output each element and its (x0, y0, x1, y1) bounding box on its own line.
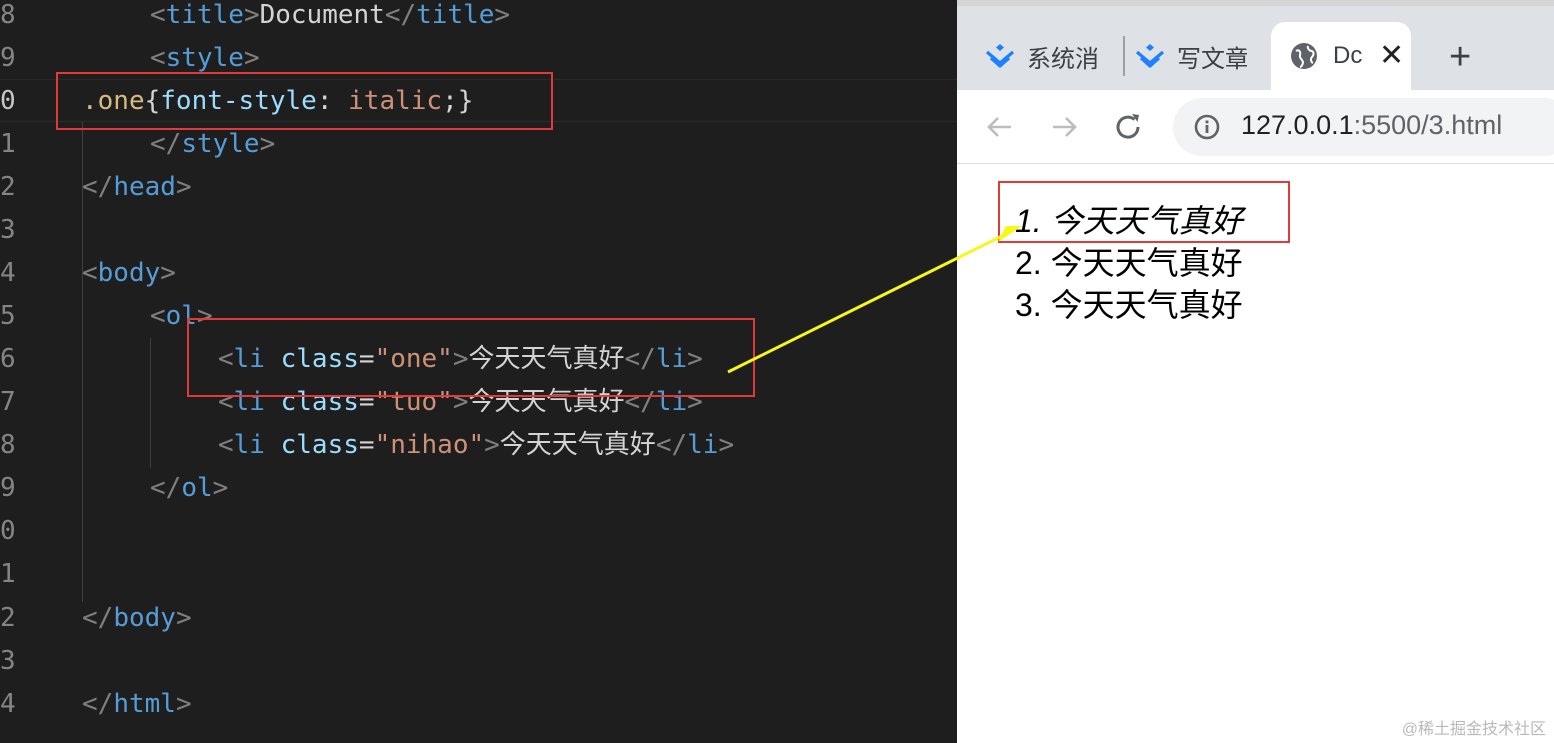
line-number: 7 (0, 387, 16, 417)
line-number: 8 (0, 430, 16, 460)
tab-separator (1123, 36, 1125, 76)
list-item: 2. 今天天气真好 (1015, 242, 1243, 284)
back-arrow-icon[interactable] (983, 110, 1017, 144)
code-text: <ol> (150, 301, 213, 331)
line-number: 9 (0, 473, 16, 503)
code-text: .one{font-style: italic;} (82, 86, 474, 116)
code-editor[interactable]: 8 <title>Document</title> 9 <style> 0 .o… (0, 0, 957, 743)
code-line: 4 </html> (0, 683, 957, 726)
line-number: 5 (0, 301, 16, 331)
page-content: 1. 今天天气真好 2. 今天天气真好 3. 今天天气真好 (957, 164, 1554, 743)
code-line: 7 <li class="tuo">今天天气真好</li> (0, 381, 957, 424)
globe-icon (1287, 39, 1321, 73)
list-item: 1. 今天天气真好 (1015, 200, 1243, 242)
tab-system-messages[interactable]: 系统消 (983, 22, 1123, 90)
close-tab-icon[interactable]: ✕ (1379, 41, 1404, 71)
tab-document-active[interactable]: Dc ✕ (1271, 22, 1411, 90)
line-number: 8 (0, 0, 16, 30)
code-line: 6 <li class="one">今天天气真好</li> (0, 338, 957, 381)
line-number: 4 (0, 258, 16, 288)
code-text: <li class="one">今天天气真好</li> (218, 344, 703, 374)
window-top-border (957, 0, 1554, 6)
code-text: <li class="nihao">今天天气真好</li> (218, 430, 735, 460)
forward-arrow-icon[interactable] (1047, 110, 1081, 144)
browser-window: 系统消 写文章 Dc ✕ + 127.0.0.1:5500/3.html 1. … (957, 0, 1554, 743)
code-line: 4 <body> (0, 252, 957, 295)
code-line: 1 (0, 553, 957, 596)
line-number: 4 (0, 689, 16, 719)
list-marker: 2. (1015, 245, 1042, 281)
code-line: 1 </style> (0, 123, 957, 166)
line-number: 0 (0, 86, 16, 116)
code-line: 9 <style> (0, 37, 957, 80)
code-line: 8 <title>Document</title> (0, 0, 957, 37)
line-number: 1 (0, 129, 16, 159)
code-line: 3 (0, 209, 957, 252)
code-line: 2 </head> (0, 166, 957, 209)
watermark: @稀土掘金技术社区 (1401, 721, 1546, 738)
line-number: 1 (0, 559, 16, 589)
url-text: 127.0.0.1:5500/3.html (1241, 110, 1502, 141)
list-item-text: 今天天气真好 (1050, 287, 1243, 323)
line-number: 3 (0, 215, 16, 245)
code-text: <body> (82, 258, 176, 288)
new-tab-plus-icon[interactable]: + (1449, 38, 1471, 76)
code-line: 8 <li class="nihao">今天天气真好</li> (0, 424, 957, 467)
juejin-logo-icon (983, 39, 1017, 73)
code-text: </ol> (150, 473, 229, 503)
tab-write-article[interactable]: 写文章 (1133, 22, 1263, 90)
line-number: 6 (0, 344, 16, 374)
address-bar[interactable]: 127.0.0.1:5500/3.html (1173, 98, 1554, 156)
url-host: 127.0.0.1 (1241, 110, 1354, 140)
code-line: 0 .one{font-style: italic;} (0, 80, 957, 123)
tab-label: 系统消 (1027, 45, 1097, 73)
list-item: 3. 今天天气真好 (1015, 284, 1243, 326)
browser-toolbar: 127.0.0.1:5500/3.html (957, 90, 1554, 164)
code-line: 0 (0, 510, 957, 553)
code-text: <title>Document</title> (150, 0, 511, 30)
code-line: 9 </ol> (0, 467, 957, 510)
tab-label: Dc (1333, 42, 1363, 69)
code-line: 3 (0, 640, 957, 683)
list-item-text: 今天天气真好 (1050, 203, 1243, 239)
juejin-logo-icon (1133, 39, 1167, 73)
code-text: </html> (82, 689, 192, 719)
ordered-list: 1. 今天天气真好 2. 今天天气真好 3. 今天天气真好 (1015, 200, 1243, 326)
line-number: 3 (0, 646, 16, 676)
code-line: 2 </body> (0, 597, 957, 640)
site-info-icon[interactable] (1193, 113, 1221, 141)
tab-label: 写文章 (1177, 45, 1247, 73)
line-number: 0 (0, 516, 16, 546)
list-marker: 3. (1015, 287, 1042, 323)
tab-strip: 系统消 写文章 Dc ✕ + (957, 0, 1554, 90)
code-text: <li class="tuo">今天天气真好</li> (218, 387, 703, 417)
code-text: </body> (82, 603, 192, 633)
line-number: 2 (0, 172, 16, 202)
url-path: :5500/3.html (1353, 110, 1503, 140)
code-line: 5 <ol> (0, 295, 957, 338)
line-number: 9 (0, 43, 16, 73)
code-text: <style> (150, 43, 260, 73)
line-number: 2 (0, 603, 16, 633)
code-text: </style> (150, 129, 276, 159)
list-marker: 1. (1015, 203, 1042, 239)
reload-icon[interactable] (1111, 110, 1145, 144)
list-item-text: 今天天气真好 (1050, 245, 1243, 281)
code-text: </head> (82, 172, 192, 202)
